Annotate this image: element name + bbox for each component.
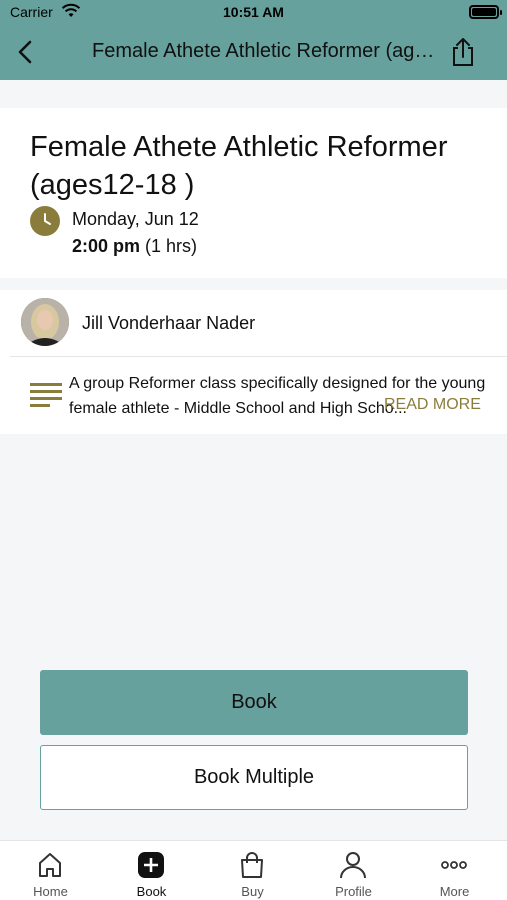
tab-book-label: Book [136,884,167,899]
tab-more[interactable]: More [404,841,505,900]
book-button[interactable]: Book [40,670,468,735]
more-dots-icon [441,861,467,869]
tab-profile-label: Profile [335,884,372,899]
person-icon [340,852,366,879]
class-header-card: Female Athete Athletic Reformer (ages12-… [0,108,507,278]
tab-book[interactable]: Book [101,841,202,900]
tab-bar: Home Book Buy Profile More [0,840,507,900]
class-duration: (1 hrs) [140,236,198,256]
divider [10,356,507,357]
tab-buy-label: Buy [241,884,264,899]
class-info-card: Jill Vonderhaar Nader A group Reformer c… [0,290,507,434]
tab-buy[interactable]: Buy [202,841,303,900]
nav-title: Female Athete Athletic Reformer (ages12-… [92,40,437,62]
description-icon [30,383,62,409]
class-start-time: 2:00 pm [72,236,141,256]
status-bar: Carrier 10:51 AM [0,0,507,26]
class-date: Monday, Jun 12 [72,209,199,229]
tab-profile[interactable]: Profile [303,841,404,900]
book-multiple-button[interactable]: Book Multiple [40,745,468,810]
tab-home-label: Home [33,884,68,899]
shopping-bag-icon [241,852,263,878]
nav-bar: Female Athete Athletic Reformer (ages12-… [0,26,507,80]
back-button[interactable] [12,38,40,66]
read-more-link[interactable]: READ MORE [384,396,481,414]
battery-icon [469,5,502,19]
class-title: Female Athete Athletic Reformer (ages12-… [30,131,448,201]
home-icon [39,853,61,877]
plus-square-icon [138,852,164,878]
tab-home[interactable]: Home [0,841,101,900]
tab-more-label: More [439,884,470,899]
share-button[interactable] [447,36,479,68]
clock-time: 10:51 AM [223,4,284,20]
clock-icon [30,206,60,236]
instructor-avatar[interactable] [21,298,69,346]
instructor-name[interactable]: Jill Vonderhaar Nader [82,313,255,334]
class-time: 2:00 pm (1 hrs) [72,236,197,257]
